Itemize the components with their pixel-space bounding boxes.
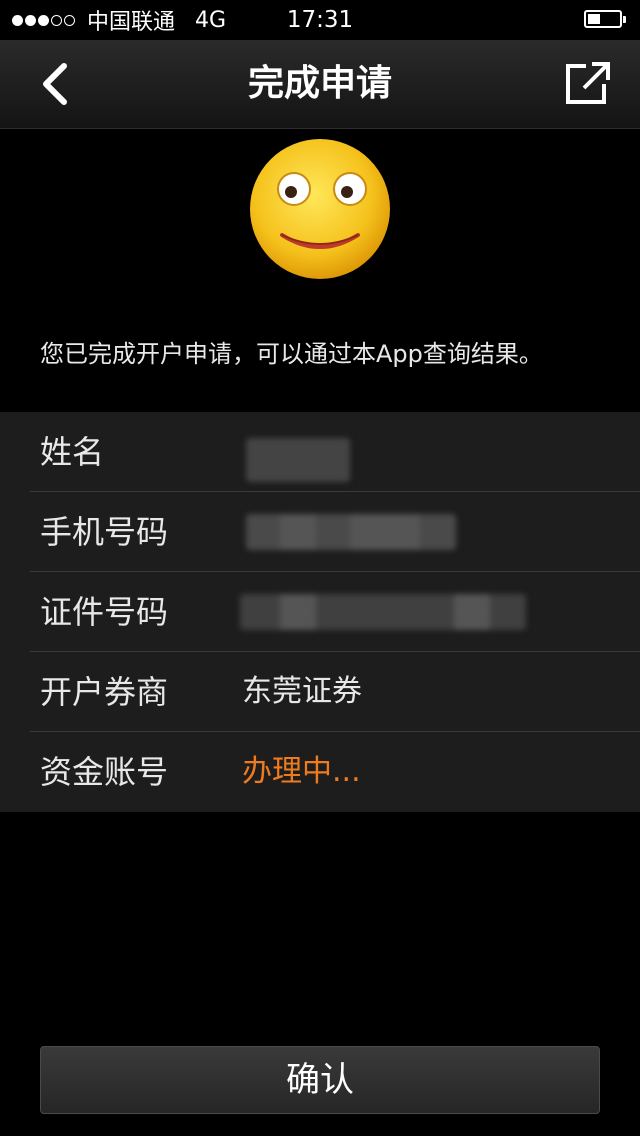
row-label: 开户券商 xyxy=(40,673,169,711)
share-icon xyxy=(566,62,610,104)
broker-value: 东莞证券 xyxy=(242,674,362,709)
info-row-id-number: 证件号码 xyxy=(0,572,640,652)
smiling-face-icon xyxy=(250,139,390,279)
battery-icon xyxy=(584,10,626,28)
result-hero: 您已完成开户申请，可以通过本App查询结果。 xyxy=(0,129,640,412)
redacted-value xyxy=(246,438,350,482)
row-label: 姓名 xyxy=(40,433,105,471)
nav-bar: 完成申请 xyxy=(0,40,640,129)
info-row-broker: 开户券商 东莞证券 xyxy=(0,652,640,732)
fund-account-status: 办理中... xyxy=(242,754,361,789)
share-button[interactable] xyxy=(564,58,612,110)
status-bar: 中国联通 4G 17:31 xyxy=(0,0,640,40)
info-row-fund-account: 资金账号 办理中... xyxy=(0,732,640,812)
confirm-button[interactable]: 确认 xyxy=(40,1046,600,1114)
row-label: 资金账号 xyxy=(40,753,169,791)
info-row-phone: 手机号码 xyxy=(0,492,640,572)
completion-message: 您已完成开户申请，可以通过本App查询结果。 xyxy=(40,340,543,368)
status-time: 17:31 xyxy=(286,7,354,33)
application-info-list: 姓名 手机号码 证件号码 开户券商 东莞证券 资金账号 办理中... xyxy=(0,412,640,812)
page-title: 完成申请 xyxy=(247,63,392,104)
redacted-value xyxy=(240,594,526,630)
info-row-name: 姓名 xyxy=(0,412,640,492)
row-label: 手机号码 xyxy=(40,513,169,551)
redacted-value xyxy=(246,514,456,550)
row-label: 证件号码 xyxy=(40,593,169,631)
